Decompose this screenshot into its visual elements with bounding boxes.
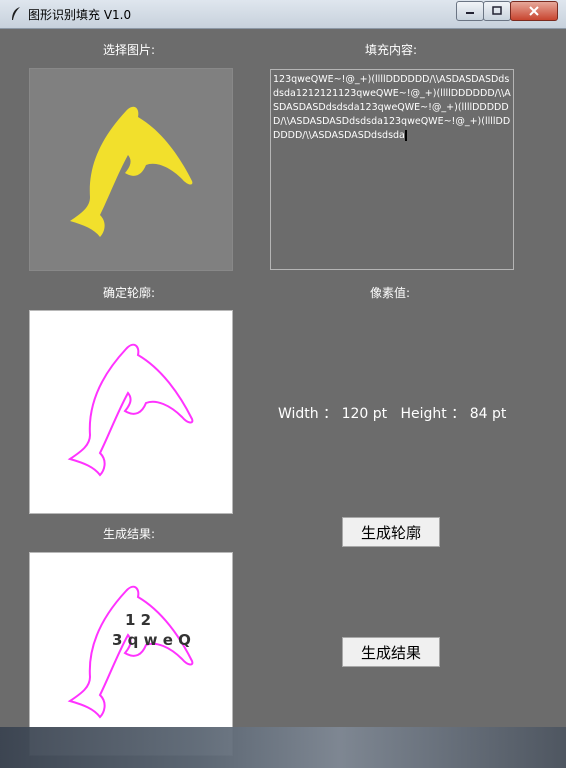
- text-caret: [404, 130, 407, 141]
- contour-label: 确定轮廓:: [103, 286, 156, 300]
- maximize-icon: [492, 6, 502, 15]
- close-icon: [529, 6, 539, 16]
- close-button[interactable]: [510, 1, 558, 21]
- result-text-line1: 1 2: [125, 611, 152, 629]
- maximize-button[interactable]: [483, 1, 511, 21]
- contour-image: [29, 310, 233, 514]
- app-window: 图形识别填充 V1.0 选择图片: 填充内容: 123qweQWE~!@_+)(…: [0, 0, 566, 768]
- dolphin-contour: [67, 343, 194, 477]
- width-value: 120 pt: [341, 406, 388, 422]
- main-panel: 选择图片: 填充内容: 123qweQWE~!@_+)(llllDDDDDD/\…: [8, 29, 558, 768]
- taskbar-overlay: [0, 727, 566, 768]
- result-label: 生成结果:: [103, 527, 156, 541]
- result-image: 1 2 3 q w e Q: [29, 552, 233, 756]
- colon: ：: [323, 406, 338, 422]
- select-image-label: 选择图片:: [103, 43, 156, 57]
- height-value: 84 pt: [469, 406, 507, 422]
- dimensions-readout: Width ： 120 pt Height ： 84 pt: [278, 403, 506, 423]
- minimize-icon: [466, 12, 474, 14]
- minimize-button[interactable]: [456, 1, 484, 21]
- dolphin-image: [70, 106, 193, 237]
- fill-content-textarea[interactable]: 123qweQWE~!@_+)(llllDDDDDD/\\ASDASDASDds…: [270, 69, 514, 270]
- fill-content-text: 123qweQWE~!@_+)(llllDDDDDD/\\ASDASDASDds…: [273, 74, 511, 141]
- title-bar: 图形识别填充 V1.0: [0, 0, 566, 29]
- dolphin-result: [67, 585, 194, 719]
- pixel-value-label: 像素值:: [370, 286, 411, 300]
- colon: ：: [451, 406, 466, 422]
- feather-icon: [12, 7, 20, 20]
- source-image[interactable]: [29, 68, 233, 271]
- height-label: Height: [400, 406, 447, 422]
- generate-contour-button[interactable]: 生成轮廓: [342, 517, 440, 547]
- result-text-line2: 3 q w e Q: [112, 631, 191, 649]
- fill-content-label: 填充内容:: [365, 43, 418, 57]
- generate-result-button[interactable]: 生成结果: [342, 637, 440, 667]
- width-label: Width: [278, 406, 319, 422]
- window-title: 图形识别填充 V1.0: [28, 8, 132, 22]
